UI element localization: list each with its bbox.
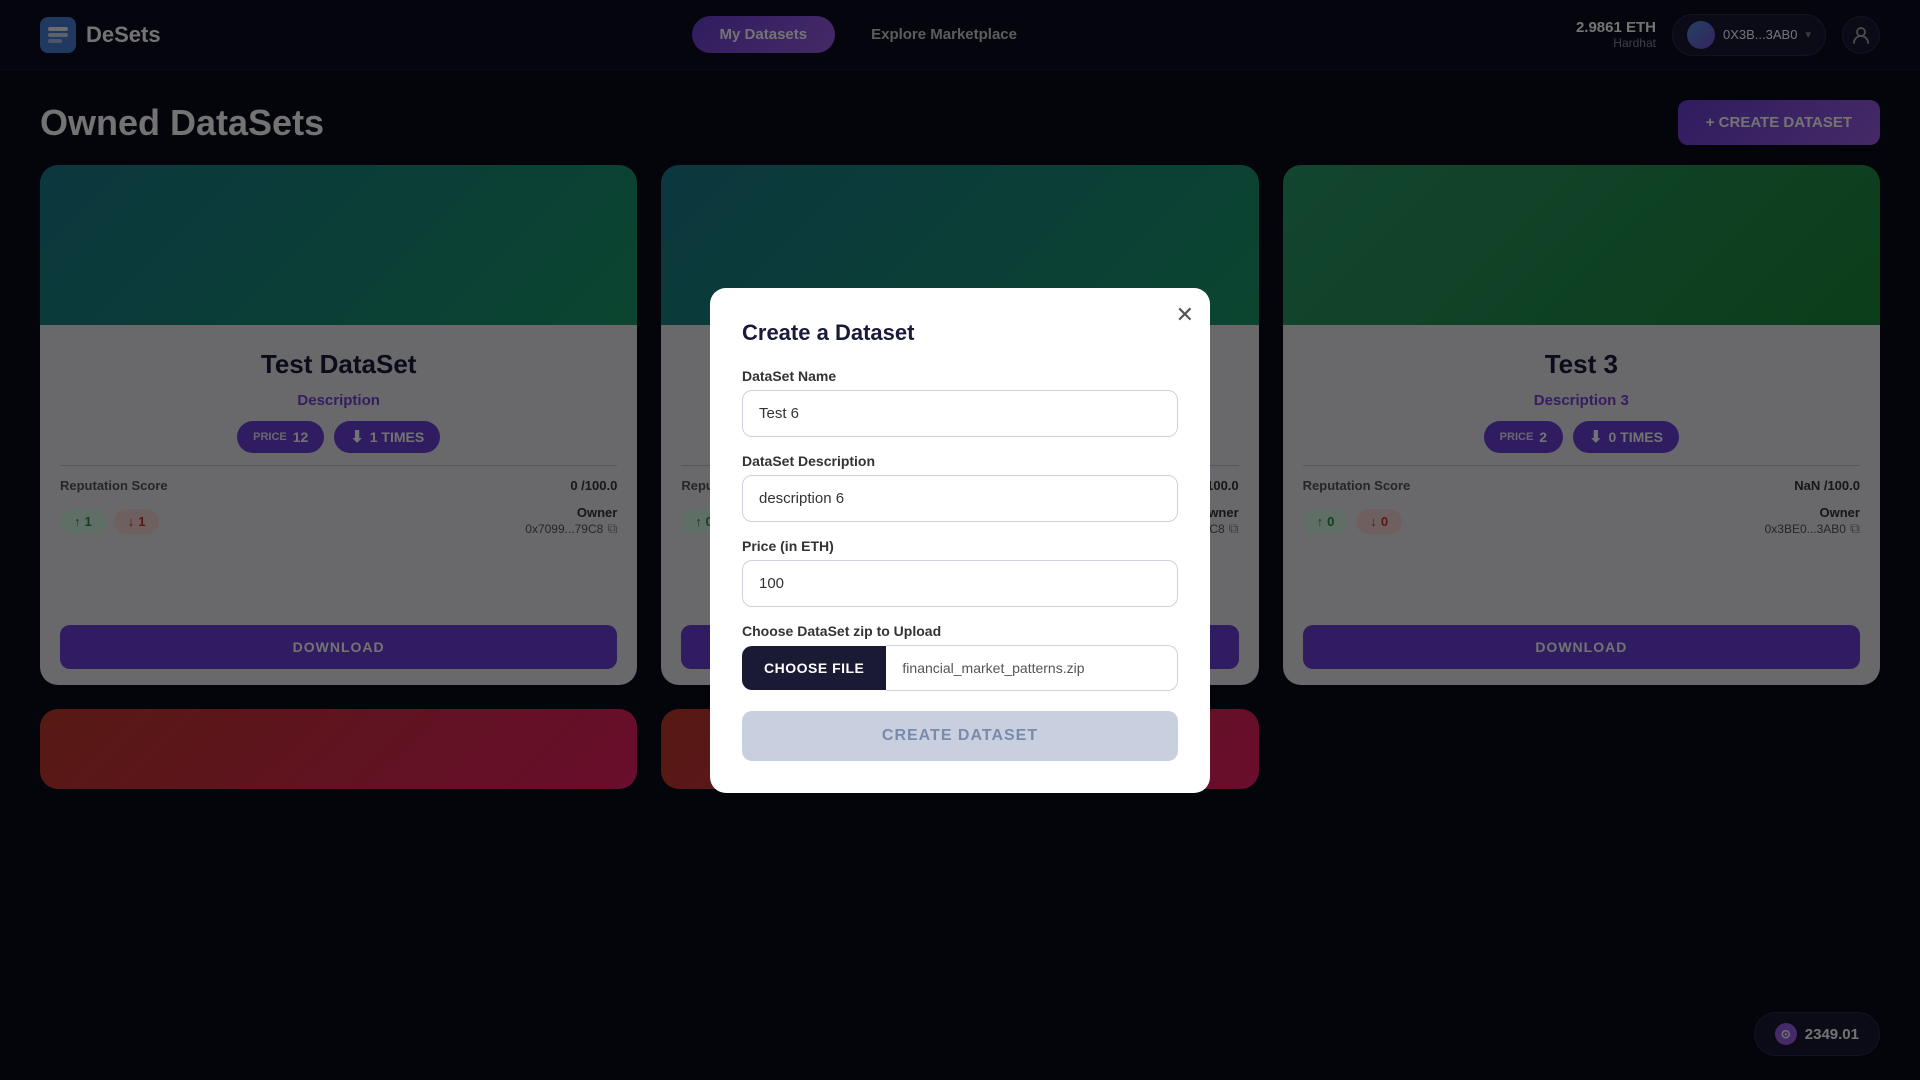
modal-price-input[interactable] xyxy=(742,560,1178,607)
choose-file-button[interactable]: CHOOSE FILE xyxy=(742,646,886,690)
modal-file-label: Choose DataSet zip to Upload xyxy=(742,623,1178,639)
modal-desc-input[interactable] xyxy=(742,475,1178,522)
modal-name-input[interactable] xyxy=(742,390,1178,437)
modal-close-button[interactable]: ✕ xyxy=(1176,304,1194,326)
file-name-display xyxy=(886,645,1178,691)
create-dataset-modal-button[interactable]: CREATE DATASET xyxy=(742,711,1178,761)
modal-desc-label: DataSet Description xyxy=(742,453,1178,469)
file-upload-row: CHOOSE FILE xyxy=(742,645,1178,691)
create-dataset-modal: ✕ Create a Dataset DataSet Name DataSet … xyxy=(710,288,1210,793)
modal-price-label: Price (in ETH) xyxy=(742,538,1178,554)
modal-overlay[interactable]: ✕ Create a Dataset DataSet Name DataSet … xyxy=(0,0,1920,1080)
modal-name-label: DataSet Name xyxy=(742,368,1178,384)
modal-title: Create a Dataset xyxy=(742,320,1178,346)
